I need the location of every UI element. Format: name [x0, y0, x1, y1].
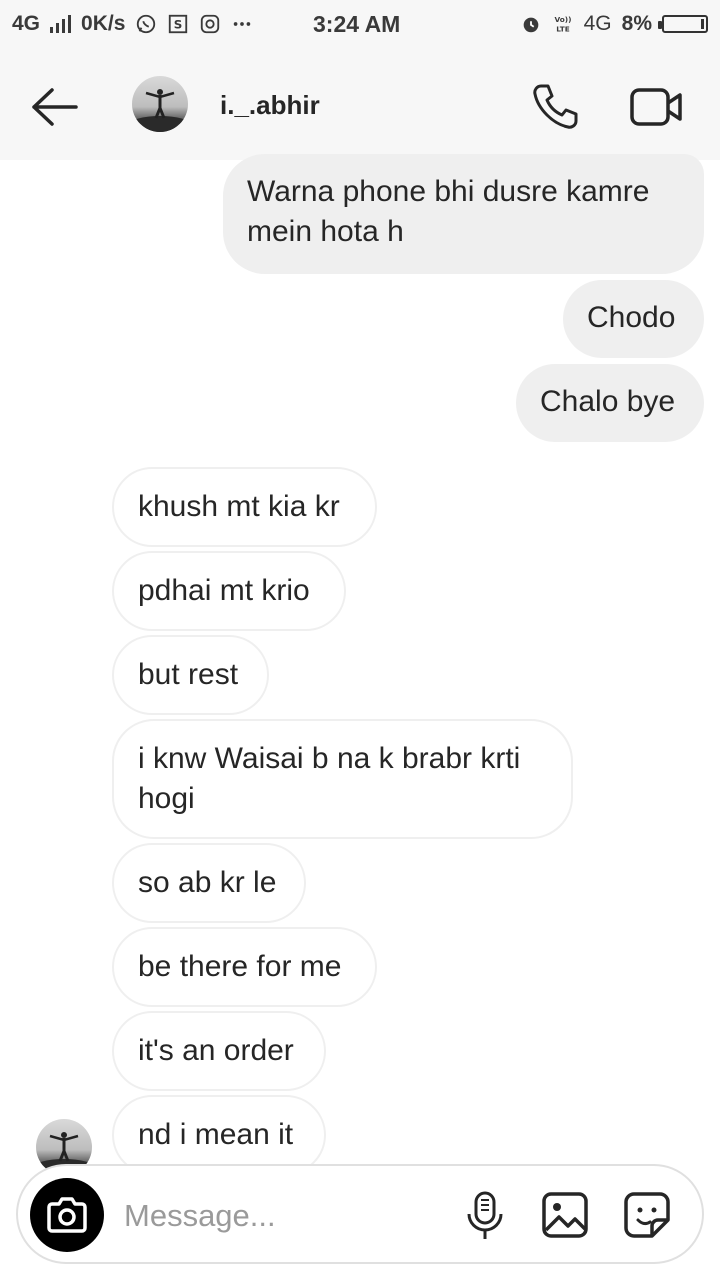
svg-text:LTE: LTE: [556, 24, 569, 33]
microphone-icon[interactable]: [464, 1190, 506, 1242]
message-composer: [16, 1164, 704, 1264]
message-received[interactable]: so ab kr le: [112, 843, 306, 923]
phone-icon[interactable]: [528, 80, 582, 134]
message-input[interactable]: [122, 1192, 446, 1240]
svg-text:S: S: [174, 18, 183, 32]
battery-percent: 8%: [621, 12, 652, 35]
notification-s-icon: S: [169, 14, 188, 34]
message-sent[interactable]: Warna phone bhi dusre kamre mein hota h: [223, 154, 704, 274]
message-received[interactable]: i knw Waisai b na k brabr krti hogi: [112, 719, 573, 839]
whatsapp-icon: [137, 14, 156, 34]
status-right: Vo)) LTE 4G 8%: [520, 12, 708, 36]
sticker-icon[interactable]: [622, 1190, 672, 1240]
video-camera-icon[interactable]: [628, 82, 686, 132]
network-speed: 0K/s: [81, 12, 126, 35]
chat-header: i._.abhir: [0, 52, 720, 160]
camera-button[interactable]: [30, 1178, 104, 1252]
message-received[interactable]: pdhai mt krio: [112, 551, 346, 631]
camera-icon: [47, 1197, 87, 1233]
image-icon[interactable]: [540, 1190, 590, 1240]
volte-icon: Vo)) LTE: [554, 15, 571, 33]
more-dots-icon: [234, 22, 251, 26]
message-sent[interactable]: Chalo bye: [516, 364, 704, 442]
svg-text:Vo)): Vo)): [554, 15, 571, 24]
person-silhouette-icon: [132, 89, 188, 132]
message-received[interactable]: khush mt kia kr: [112, 467, 377, 547]
contact-avatar[interactable]: [132, 76, 188, 132]
network-type-right: 4G: [583, 12, 612, 35]
message-received[interactable]: nd i mean it: [112, 1095, 326, 1175]
network-type-left: 4G: [12, 12, 41, 35]
signal-icon: [50, 15, 72, 33]
alarm-icon: [523, 17, 538, 33]
message-received[interactable]: be there for me: [112, 927, 377, 1007]
message-received[interactable]: it's an order: [112, 1011, 326, 1091]
battery-icon: [658, 15, 708, 33]
status-bar: 4G 0K/s S 3:24 AM Vo)) LTE 4G 8%: [0, 0, 720, 52]
message-received[interactable]: but rest: [112, 635, 269, 715]
clock: 3:24 AM: [313, 11, 401, 37]
status-left: 4G 0K/s S: [12, 12, 253, 36]
contact-username[interactable]: i._.abhir: [220, 90, 320, 121]
instagram-icon: [201, 14, 220, 34]
message-sent[interactable]: Chodo: [563, 280, 704, 358]
back-arrow-icon[interactable]: [28, 84, 82, 130]
